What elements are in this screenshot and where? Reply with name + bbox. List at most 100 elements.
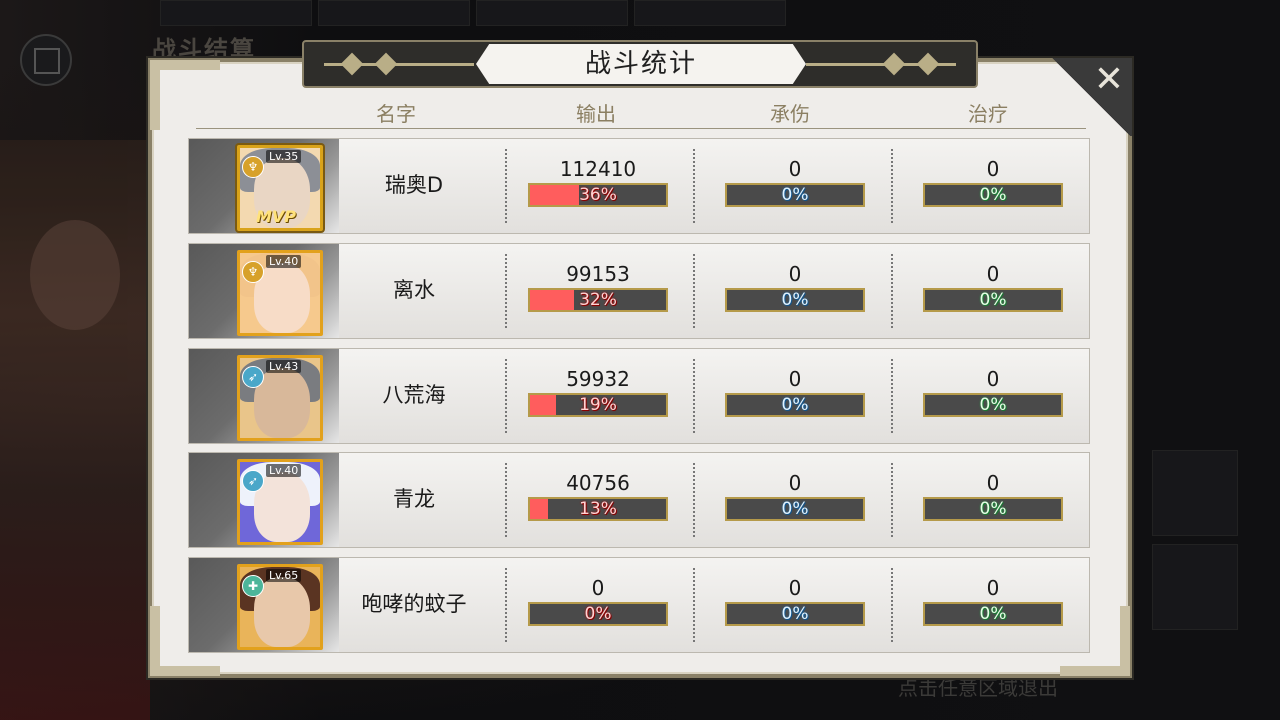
output-percent: 36%: [579, 185, 617, 205]
heal-percent: 0%: [979, 185, 1007, 205]
background-tile: [476, 0, 628, 26]
tank-bar: 0%: [725, 288, 865, 312]
column-separator: [505, 463, 507, 537]
hero-level: Lv.35: [266, 150, 302, 163]
tank-percent: 0%: [781, 604, 809, 624]
sword-class-icon: ♆: [242, 156, 264, 178]
output-percent: 32%: [579, 290, 617, 310]
panel-title: 战斗统计: [584, 49, 697, 79]
output-bar: 0%: [528, 602, 668, 626]
heal-cell: 0 0%: [923, 576, 1063, 626]
column-header-name: 名字: [376, 102, 416, 126]
tank-bar: 0%: [725, 497, 865, 521]
hero-avatar[interactable]: ♆ Lv.40: [237, 250, 323, 336]
column-separator: [505, 254, 507, 328]
output-bar: 19%: [528, 393, 668, 417]
heal-value: 0: [986, 576, 1000, 600]
heal-bar: 0%: [923, 288, 1063, 312]
column-separator: [693, 463, 695, 537]
output-value: 99153: [566, 262, 630, 286]
tank-value: 0: [788, 576, 802, 600]
output-bar: 13%: [528, 497, 668, 521]
background-tile: [1152, 450, 1238, 536]
output-value: 112410: [559, 157, 637, 181]
tank-cell: 0 0%: [725, 367, 865, 417]
output-percent: 0%: [584, 604, 612, 624]
diamond-ornament-icon: [882, 52, 906, 76]
header-divider: [196, 128, 1086, 129]
background-tile: [634, 0, 786, 26]
hero-avatar[interactable]: ✚ Lv.65: [237, 564, 323, 650]
output-bar: 36%: [528, 183, 668, 207]
heal-cell: 0 0%: [923, 262, 1063, 312]
tank-bar: 0%: [725, 393, 865, 417]
mvp-badge: MVP: [256, 207, 297, 226]
background-character-art: [0, 140, 150, 720]
bow-class-icon: ➶: [242, 470, 264, 492]
diamond-ornament-icon: [374, 52, 398, 76]
heal-cell: 0 0%: [923, 471, 1063, 521]
tank-bar: 0%: [725, 183, 865, 207]
tank-percent: 0%: [781, 290, 809, 310]
output-percent: 13%: [579, 499, 617, 519]
column-separator: [693, 359, 695, 433]
hero-avatar[interactable]: ➶ Lv.43: [237, 355, 323, 441]
output-cell: 99153 32%: [528, 262, 668, 312]
heal-bar: 0%: [923, 393, 1063, 417]
column-separator: [693, 149, 695, 223]
output-cell: 112410 36%: [528, 157, 668, 207]
sword-class-icon: ♆: [242, 261, 264, 283]
tank-value: 0: [788, 471, 802, 495]
output-bar: 32%: [528, 288, 668, 312]
output-cell: 59932 19%: [528, 367, 668, 417]
heal-cell: 0 0%: [923, 367, 1063, 417]
hero-name: 咆哮的蚊子: [361, 592, 467, 616]
bow-class-icon: ➶: [242, 366, 264, 388]
hero-avatar[interactable]: ♆ Lv.35 MVP: [237, 145, 323, 231]
heal-percent: 0%: [979, 604, 1007, 624]
tank-cell: 0 0%: [725, 471, 865, 521]
heal-value: 0: [986, 262, 1000, 286]
tank-value: 0: [788, 367, 802, 391]
tank-cell: 0 0%: [725, 157, 865, 207]
column-separator: [693, 254, 695, 328]
column-separator: [891, 359, 893, 433]
tank-percent: 0%: [781, 395, 809, 415]
hero-level: Lv.40: [266, 255, 302, 268]
hero-name: 离水: [393, 278, 435, 302]
output-percent: 19%: [579, 395, 617, 415]
heal-bar: 0%: [923, 497, 1063, 521]
output-value: 40756: [566, 471, 630, 495]
column-separator: [891, 254, 893, 328]
close-icon[interactable]: ✕: [1094, 60, 1124, 100]
background-tile: [318, 0, 470, 26]
diamond-ornament-icon: [916, 52, 940, 76]
tank-percent: 0%: [781, 185, 809, 205]
notes-icon: [20, 34, 72, 86]
hero-avatar[interactable]: ➶ Lv.40: [237, 459, 323, 545]
stats-row: ➶ Lv.40 青龙 40756 13% 0 0% 0 0%: [188, 452, 1090, 548]
diamond-ornament-icon: [340, 52, 364, 76]
heal-percent: 0%: [979, 290, 1007, 310]
output-value: 0: [591, 576, 605, 600]
column-header-output: 输出: [576, 102, 616, 126]
column-header-heal: 治疗: [968, 102, 1008, 126]
panel-corner-ornament: [150, 60, 220, 130]
hero-name: 瑞奥D: [384, 173, 444, 197]
heal-cell: 0 0%: [923, 157, 1063, 207]
close-button[interactable]: ✕: [1050, 58, 1132, 136]
hero-level: Lv.40: [266, 464, 302, 477]
hero-level: Lv.43: [266, 360, 302, 373]
background-tile: [1152, 544, 1238, 630]
heal-percent: 0%: [979, 499, 1007, 519]
heal-bar: 0%: [923, 183, 1063, 207]
output-cell: 40756 13%: [528, 471, 668, 521]
heal-value: 0: [986, 471, 1000, 495]
stats-row: ♆ Lv.35 MVP 瑞奥D 112410 36% 0 0% 0 0%: [188, 138, 1090, 234]
column-separator: [505, 149, 507, 223]
tank-bar: 0%: [725, 602, 865, 626]
output-cell: 0 0%: [528, 576, 668, 626]
heal-bar: 0%: [923, 602, 1063, 626]
column-separator: [693, 568, 695, 642]
heal-class-icon: ✚: [242, 575, 264, 597]
